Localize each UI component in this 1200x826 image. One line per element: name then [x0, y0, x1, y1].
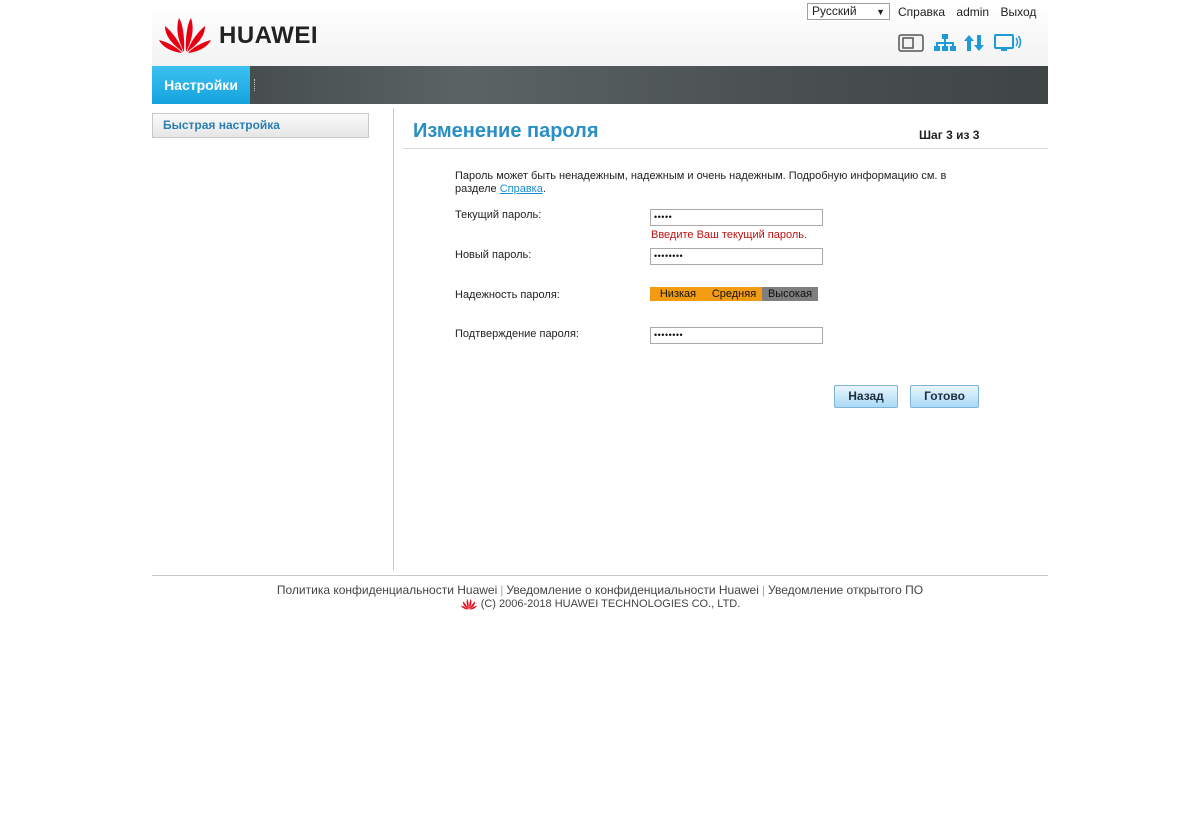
language-selected: Русский	[812, 4, 857, 18]
tab-settings[interactable]: Настройки	[152, 66, 250, 104]
data-transfer-icon[interactable]	[964, 33, 984, 53]
current-password-error: Введите Ваш текущий пароль.	[651, 229, 808, 241]
back-button[interactable]: Назад	[834, 385, 898, 408]
password-strength-label: Надежность пароля:	[455, 289, 560, 301]
copyright-text: (C) 2006-2018 HUAWEI TECHNOLOGIES CO., L…	[480, 598, 741, 610]
current-password-input[interactable]: •••••	[650, 209, 823, 226]
copyright: (C) 2006-2018 HUAWEI TECHNOLOGIES CO., L…	[152, 597, 1048, 610]
password-strength-meter: Низкая Средняя Высокая	[650, 287, 818, 301]
huawei-small-logo-icon	[460, 598, 477, 610]
page: HUAWEI Русский ▼ Справка admin Выход Нас…	[152, 0, 1048, 826]
sim-card-icon[interactable]	[898, 33, 924, 53]
description: Пароль может быть ненадежным, надежным и…	[455, 170, 975, 196]
vertical-divider	[393, 108, 394, 570]
done-button[interactable]: Готово	[910, 385, 979, 408]
logout-link[interactable]: Выход	[1000, 5, 1036, 19]
dropdown-arrow-icon: ▼	[876, 7, 885, 17]
help-link[interactable]: Справка	[898, 5, 945, 19]
strength-low: Низкая	[650, 287, 706, 301]
nav-separator	[254, 79, 256, 91]
open-source-notice-link[interactable]: Уведомление открытого ПО	[768, 583, 923, 597]
footer-divider	[152, 575, 1048, 576]
page-title: Изменение пароля	[413, 120, 599, 142]
privacy-notice-link[interactable]: Уведомление о конфиденциальности Huawei	[506, 583, 758, 597]
footer-separator: |	[500, 583, 504, 597]
top-links: Справка admin Выход	[898, 5, 1044, 19]
strength-medium: Средняя	[706, 287, 762, 301]
confirm-password-input[interactable]: ••••••••	[650, 327, 823, 344]
new-password-label: Новый пароль:	[455, 249, 532, 261]
wifi-display-icon[interactable]	[994, 33, 1022, 53]
strength-high: Высокая	[762, 287, 818, 301]
user-link[interactable]: admin	[956, 5, 989, 19]
current-password-label: Текущий пароль:	[455, 209, 542, 221]
navbar: Настройки	[152, 66, 1048, 104]
confirm-password-label: Подтверждение пароля:	[455, 328, 579, 340]
help-section-link[interactable]: Справка	[500, 183, 543, 195]
huawei-flower-icon	[159, 18, 211, 53]
privacy-policy-link[interactable]: Политика конфиденциальности Huawei	[277, 583, 497, 597]
network-icon[interactable]	[934, 33, 956, 53]
footer-links: Политика конфиденциальности Huawei | Уведо…	[152, 583, 1048, 597]
description-end: .	[542, 183, 546, 195]
step-indicator: Шаг 3 из 3	[919, 128, 980, 142]
title-divider	[403, 148, 1048, 149]
new-password-input[interactable]: ••••••••	[650, 248, 823, 265]
sidebar-item-quick-setup[interactable]: Быстрая настройка	[152, 113, 369, 138]
footer-separator: |	[761, 583, 765, 597]
language-select[interactable]: Русский ▼	[807, 3, 890, 20]
brand-name: HUAWEI	[219, 22, 318, 49]
header: HUAWEI Русский ▼ Справка admin Выход	[152, 0, 1048, 66]
huawei-logo: HUAWEI	[157, 12, 327, 54]
